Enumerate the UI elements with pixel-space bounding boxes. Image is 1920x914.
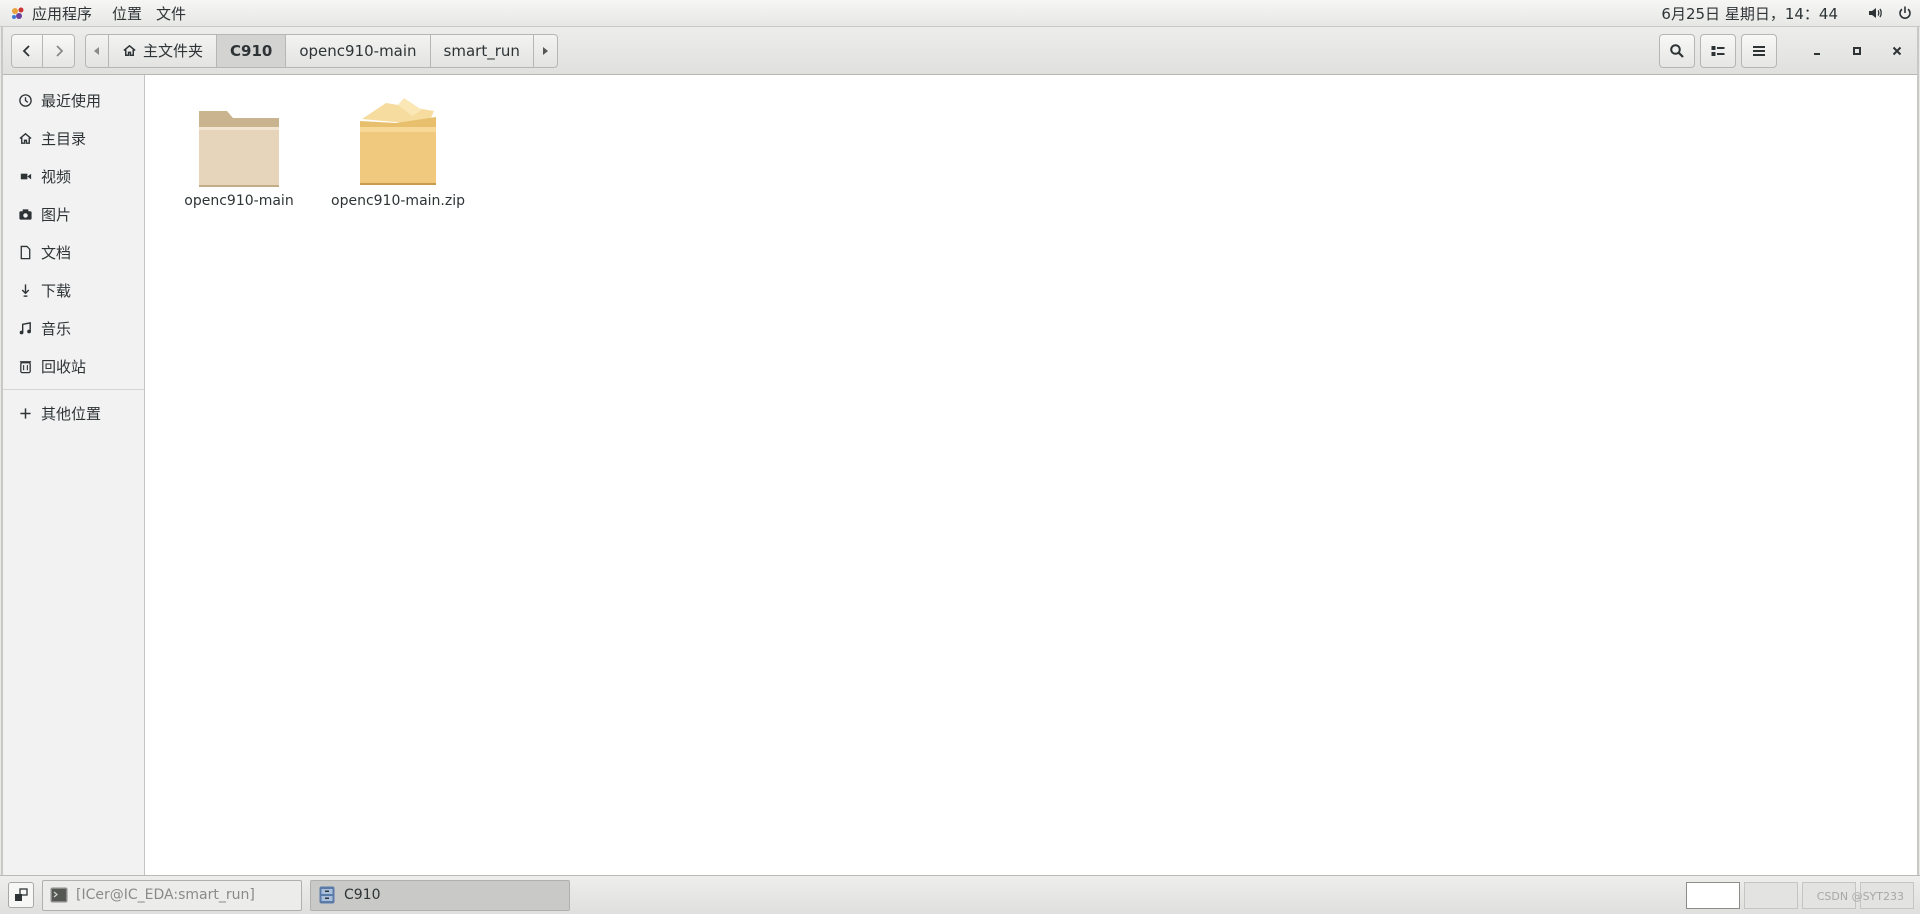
sidebar-item-downloads[interactable]: 下载	[3, 271, 144, 309]
files-menu[interactable]: 文件	[156, 0, 200, 26]
path-bar: 主文件夹 C910 openc910-main smart_run	[85, 33, 558, 68]
maximize-icon	[1853, 46, 1861, 55]
task-file-manager[interactable]: C910	[310, 879, 570, 911]
places-sidebar: 最近使用 主目录 视频 图片 文档 下载 音乐 回收站 其他位置	[3, 75, 145, 875]
top-right-area: 6月25日 星期日，14：44	[1661, 0, 1920, 26]
task-label: [ICer@IC_EDA:smart_run]	[76, 887, 255, 903]
video-icon	[17, 168, 33, 184]
applications-menu-label: 应用程序	[32, 4, 93, 23]
sidebar-item-label: 音乐	[41, 319, 72, 338]
task-label: C910	[344, 887, 381, 903]
path-segment-openc910-main-label: openc910-main	[299, 41, 417, 60]
path-segment-c910-label: C910	[230, 41, 273, 60]
document-icon	[17, 244, 33, 260]
sidebar-item-label: 下载	[41, 281, 72, 300]
file-item-folder[interactable]: openc910-main	[169, 89, 309, 209]
sidebar-item-label: 回收站	[41, 357, 87, 376]
download-icon	[17, 282, 33, 298]
app-menu-button[interactable]	[1741, 33, 1777, 68]
triangle-left-icon	[94, 46, 99, 55]
path-segment-c910[interactable]: C910	[217, 33, 287, 68]
sidebar-item-label: 最近使用	[41, 91, 102, 110]
sidebar-item-recent[interactable]: 最近使用	[3, 81, 144, 119]
sidebar-item-videos[interactable]: 视频	[3, 157, 144, 195]
gnome-foot-icon	[12, 7, 24, 19]
view-mode-button[interactable]	[1700, 33, 1736, 68]
sidebar-item-label: 视频	[41, 167, 72, 186]
path-scroll-left-button[interactable]	[85, 33, 109, 68]
home-icon	[123, 44, 136, 56]
file-name: openc910-main	[184, 193, 294, 209]
forward-icon	[55, 44, 63, 57]
folder-icon	[194, 89, 284, 189]
top-menu: 应用程序 位置 文件	[0, 0, 200, 26]
places-menu[interactable]: 位置	[112, 0, 156, 26]
sidebar-item-documents[interactable]: 文档	[3, 233, 144, 271]
path-scroll-right-button[interactable]	[533, 33, 558, 68]
file-manager-icon	[319, 886, 335, 904]
sidebar-item-label: 图片	[41, 205, 72, 224]
menu-icon	[1753, 45, 1765, 56]
camera-icon	[17, 206, 33, 222]
workspace-2[interactable]	[1744, 881, 1798, 909]
recent-icon	[17, 92, 33, 108]
sidebar-item-music[interactable]: 音乐	[3, 309, 144, 347]
plus-icon	[17, 405, 33, 421]
navigation-buttons	[11, 33, 75, 68]
show-desktop-button[interactable]	[8, 882, 34, 908]
close-button[interactable]	[1877, 34, 1917, 68]
search-icon	[1670, 43, 1684, 58]
path-segment-home-label: 主文件夹	[143, 42, 204, 60]
path-segment-smart-run-label: smart_run	[443, 41, 520, 60]
trash-icon	[17, 358, 33, 374]
path-segment-openc910-main[interactable]: openc910-main	[286, 33, 431, 68]
minimize-icon	[1814, 52, 1820, 55]
search-button[interactable]	[1659, 33, 1695, 68]
sidebar-item-label: 文档	[41, 243, 72, 262]
places-menu-label: 位置	[112, 4, 143, 23]
clock[interactable]: 6月25日 星期日，14：44	[1661, 3, 1860, 24]
path-segment-home[interactable]: 主文件夹	[109, 33, 218, 68]
sidebar-item-label: 其他位置	[41, 404, 102, 423]
workspace-1[interactable]	[1686, 881, 1740, 909]
header-tools	[1654, 33, 1917, 68]
terminal-icon	[50, 887, 68, 903]
file-manager-window: 主文件夹 C910 openc910-main smart_run 最近使用 主…	[1, 27, 1919, 875]
back-button[interactable]	[11, 33, 43, 68]
home-icon	[17, 130, 33, 146]
music-icon	[17, 320, 33, 336]
maximize-button[interactable]	[1837, 34, 1877, 68]
power-icon[interactable]	[1890, 0, 1920, 27]
window-switch-icon	[15, 888, 28, 901]
volume-icon[interactable]	[1860, 0, 1890, 27]
close-icon	[1892, 46, 1902, 55]
file-item-archive[interactable]: openc910-main.zip	[328, 89, 468, 209]
file-name: openc910-main.zip	[331, 193, 465, 209]
triangle-right-icon	[543, 46, 549, 55]
files-menu-label: 文件	[156, 4, 187, 23]
forward-button[interactable]	[43, 33, 75, 68]
sidebar-item-trash[interactable]: 回收站	[3, 347, 144, 385]
window-list-bar: [ICer@IC_EDA:smart_run] C910 CSDN @SYT23…	[0, 875, 1920, 914]
sidebar-item-home[interactable]: 主目录	[3, 119, 144, 157]
task-terminal[interactable]: [ICer@IC_EDA:smart_run]	[42, 879, 302, 911]
applications-menu[interactable]: 应用程序	[10, 0, 112, 26]
top-bar: 应用程序 位置 文件 6月25日 星期日，14：44	[0, 0, 1920, 27]
sidebar-item-label: 主目录	[41, 129, 87, 148]
view-list-icon	[1711, 45, 1725, 56]
watermark: CSDN @SYT233	[1816, 890, 1904, 903]
file-view[interactable]: openc910-main openc910-main.zip	[146, 75, 1917, 875]
path-segment-smart-run[interactable]: smart_run	[430, 33, 534, 68]
back-icon	[22, 44, 30, 57]
sidebar-divider	[3, 389, 144, 390]
header-bar: 主文件夹 C910 openc910-main smart_run	[3, 27, 1917, 75]
minimize-button[interactable]	[1797, 34, 1837, 68]
sidebar-item-pictures[interactable]: 图片	[3, 195, 144, 233]
sidebar-item-other-locations[interactable]: 其他位置	[3, 394, 144, 432]
archive-box-icon	[353, 89, 443, 189]
